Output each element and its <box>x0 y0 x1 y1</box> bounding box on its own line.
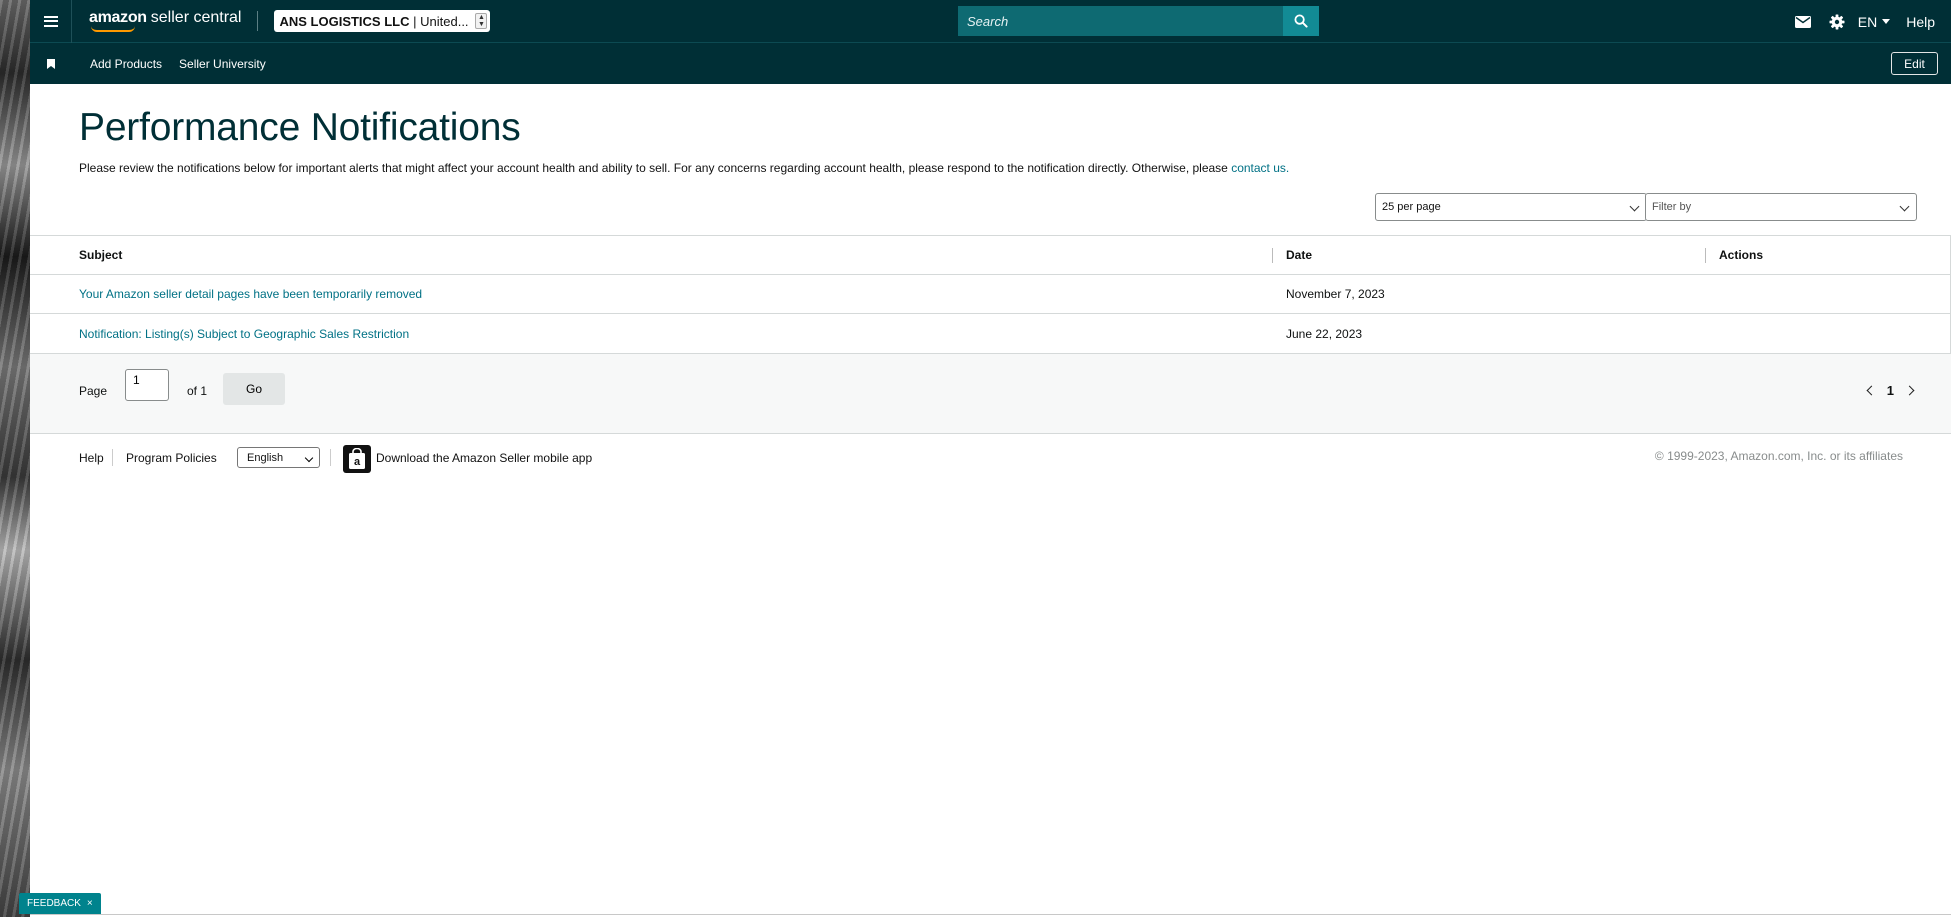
language-selector[interactable]: EN <box>1857 13 1891 30</box>
contact-us-link[interactable]: contact us. <box>1231 161 1289 175</box>
feedback-label: FEEDBACK <box>27 898 81 909</box>
notification-date: November 7, 2023 <box>1286 287 1385 301</box>
account-name: ANS LOGISTICS LLC <box>279 13 410 29</box>
page-title: Performance Notifications <box>79 106 521 149</box>
chevron-right-icon[interactable] <box>1904 385 1915 396</box>
page-navigation: 1 <box>1866 383 1915 398</box>
notification-subject-link[interactable]: Notification: Listing(s) Subject to Geog… <box>79 327 409 341</box>
close-icon[interactable]: × <box>87 898 93 909</box>
pagination-bar: Page of 1 Go 1 <box>30 354 1951 434</box>
page-label: Page <box>79 384 108 398</box>
column-header-date[interactable]: Date <box>1286 248 1312 262</box>
intro-text: Please review the notifications below fo… <box>79 161 1951 175</box>
logo-amazon-text: amazon <box>89 9 147 26</box>
account-switcher-label: ANS LOGISTICS LLC | United... <box>279 14 469 29</box>
gear-icon <box>1829 14 1845 29</box>
bookmarks-bar: Add Products Seller University Edit <box>30 43 1951 84</box>
nav-link-seller-university[interactable]: Seller University <box>179 57 266 71</box>
account-region: United... <box>420 13 469 29</box>
footer-divider <box>330 449 331 466</box>
feedback-button[interactable]: FEEDBACK × <box>19 893 101 914</box>
search-icon <box>1294 14 1308 28</box>
per-page-value: 25 per page <box>1382 201 1441 213</box>
footer-language-select[interactable]: English <box>237 447 320 468</box>
search-input[interactable] <box>958 6 1283 36</box>
bookmark-icon <box>47 58 55 69</box>
settings-button[interactable] <box>1820 0 1854 43</box>
download-app-link[interactable]: Download the Amazon Seller mobile app <box>376 451 592 465</box>
notification-date: June 22, 2023 <box>1286 326 1363 341</box>
desktop-background <box>0 0 30 917</box>
up-down-arrows-icon: ▲ ▼ <box>475 13 488 29</box>
seller-central-logo[interactable]: amazon seller central <box>89 9 241 33</box>
column-header-actions: Actions <box>1719 248 1764 262</box>
column-header-subject[interactable]: Subject <box>79 248 122 262</box>
program-policies-link[interactable]: Program Policies <box>126 451 217 465</box>
filter-placeholder: Filter by <box>1652 201 1692 213</box>
page-footer: Help Program Policies English a Download… <box>30 434 1951 484</box>
table-header-row: Subject Date Actions <box>30 236 1950 275</box>
chevron-left-icon[interactable] <box>1866 385 1877 396</box>
search-button[interactable] <box>1283 6 1319 36</box>
menu-button[interactable] <box>30 0 72 43</box>
window-bottom-border <box>30 914 1951 915</box>
amazon-smile-icon <box>91 26 135 32</box>
column-divider <box>1705 248 1706 263</box>
mail-icon <box>1794 15 1811 28</box>
header-utilities: EN Help <box>1786 0 1935 43</box>
account-separator: | <box>413 13 417 29</box>
top-header: amazon seller central ANS LOGISTICS LLC … <box>30 0 1951 43</box>
help-link[interactable]: Help <box>1906 14 1935 30</box>
footer-help-link[interactable]: Help <box>79 451 104 465</box>
chevron-down-icon <box>1899 201 1910 212</box>
notifications-table: Subject Date Actions Your Amazon seller … <box>30 235 1951 354</box>
footer-divider <box>112 449 113 466</box>
main-content: Performance Notifications Please review … <box>30 105 1951 175</box>
current-page-number[interactable]: 1 <box>1887 383 1894 398</box>
go-button[interactable]: Go <box>223 373 285 405</box>
notification-subject-link[interactable]: Your Amazon seller detail pages have bee… <box>79 287 422 301</box>
language-label: EN <box>1857 13 1878 30</box>
messages-button[interactable] <box>1786 0 1820 43</box>
amazon-app-icon[interactable]: a <box>343 445 371 473</box>
chevron-down-icon <box>1629 201 1640 212</box>
table-row: Your Amazon seller detail pages have bee… <box>30 275 1950 314</box>
seller-central-app: amazon seller central ANS LOGISTICS LLC … <box>30 0 1951 917</box>
menu-icon <box>43 15 58 27</box>
chevron-down-icon <box>304 453 314 463</box>
column-divider <box>1272 248 1273 263</box>
logo-product-text: seller central <box>150 9 242 26</box>
search-bar <box>958 6 1319 36</box>
intro-body: Please review the notifications below fo… <box>79 161 1228 175</box>
nav-link-add-products[interactable]: Add Products <box>90 57 162 71</box>
header-divider <box>257 11 259 31</box>
per-page-select[interactable]: 25 per page <box>1375 193 1647 221</box>
filter-select[interactable]: Filter by <box>1645 193 1917 221</box>
table-row: Notification: Listing(s) Subject to Geog… <box>30 314 1950 353</box>
bookmark-button[interactable] <box>30 43 72 84</box>
page-number-input[interactable] <box>125 369 169 401</box>
footer-language-value: English <box>247 451 284 464</box>
page-total-label: of 1 <box>187 384 208 398</box>
table-controls: 25 per page Filter by <box>30 175 1951 235</box>
copyright-text: © 1999-2023, Amazon.com, Inc. or its aff… <box>1654 449 1903 463</box>
caret-down-icon <box>1882 19 1891 24</box>
account-switcher[interactable]: ANS LOGISTICS LLC | United... ▲ ▼ <box>274 10 491 32</box>
edit-bookmarks-button[interactable]: Edit <box>1891 52 1938 75</box>
shopping-bag-icon: a <box>349 448 365 469</box>
svg-text:a: a <box>354 456 361 468</box>
